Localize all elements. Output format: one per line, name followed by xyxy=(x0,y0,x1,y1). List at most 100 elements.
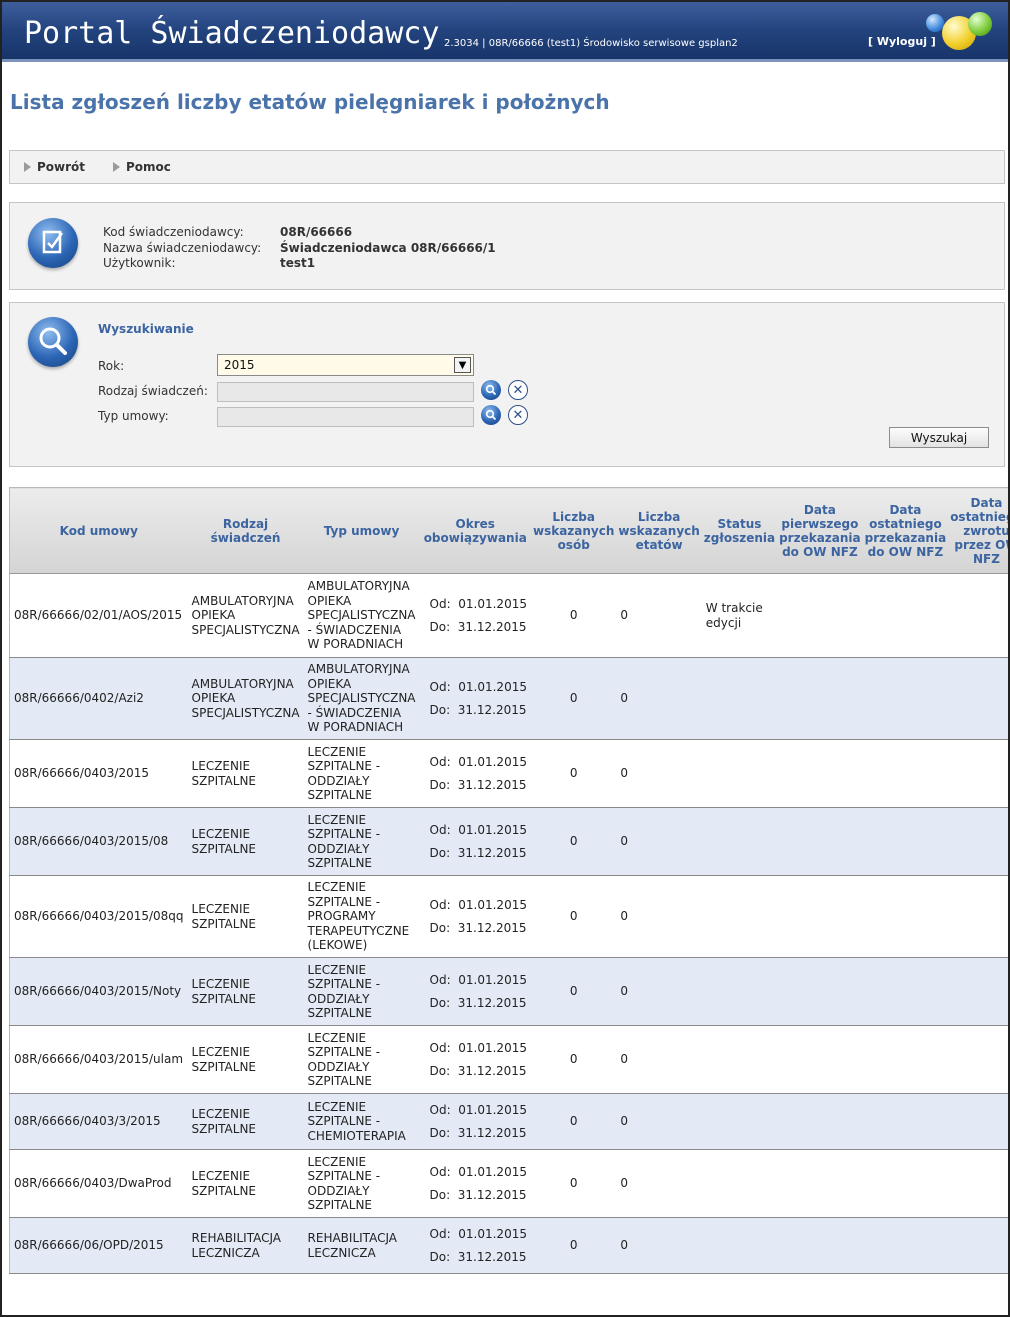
service-type-field xyxy=(217,382,474,402)
cell-etatow: 0 xyxy=(616,657,702,740)
column-header-status[interactable]: Status zgłoszenia xyxy=(701,487,778,574)
cell-rodzaj: LECZENIE SZPITALNE xyxy=(187,739,304,808)
okres-from: Od: 01.01.2015 xyxy=(430,1037,527,1060)
contract-type-clear-icon[interactable]: ✕ xyxy=(508,405,528,425)
cell-kod: 08R/66666/06/OPD/2015 xyxy=(9,1217,188,1274)
cell-typ: LECZENIE SZPITALNE - ODDZIAŁY SZPITALNE xyxy=(303,739,420,808)
table-row: 08R/66666/0403/2015/ulam LECZENIE SZPITAL… xyxy=(9,1025,1008,1094)
back-label: Powrót xyxy=(37,160,86,174)
cell-osob: 0 xyxy=(530,875,617,958)
to-date: 31.12.2015 xyxy=(457,619,527,634)
column-header-data-ostatniego[interactable]: Data ostatniego przekazania do OW NFZ xyxy=(862,487,949,574)
cell-kod: 08R/66666/0403/2015/ulam xyxy=(9,1025,188,1094)
cell-kod: 08R/66666/0403/2015/08 xyxy=(9,807,188,876)
column-header-etatow[interactable]: Liczba wskazanych etatów xyxy=(616,487,702,574)
cell-kod: 08R/66666/0403/3/2015 xyxy=(9,1093,188,1150)
cell-rodzaj: LECZENIE SZPITALNE xyxy=(187,1025,304,1094)
user-label: Użytkownik: xyxy=(103,256,176,270)
cell-data-pierwszego xyxy=(777,657,863,740)
search-button[interactable]: Wyszukaj xyxy=(889,427,989,448)
cell-kod: 08R/66666/0403/2015/08qq xyxy=(9,875,188,958)
okres-from: Od: 01.01.2015 xyxy=(430,969,527,992)
cell-rodzaj: LECZENIE SZPITALNE xyxy=(187,957,304,1026)
cell-data-ostatniego xyxy=(862,1149,949,1218)
cell-etatow: 0 xyxy=(616,1093,702,1150)
from-label: Od: xyxy=(429,1040,451,1055)
column-header-typ[interactable]: Typ umowy xyxy=(303,487,420,574)
service-type-clear-icon[interactable]: ✕ xyxy=(508,380,528,400)
table-row: 08R/66666/06/OPD/2015 REHABILITACJA LECZN… xyxy=(9,1217,1008,1274)
cell-typ: AMBULATORYJNA OPIEKA SPECJALISTYCZNA - Ś… xyxy=(303,657,420,740)
from-date: 01.01.2015 xyxy=(458,1040,527,1055)
from-label: Od: xyxy=(429,972,451,987)
cell-osob: 0 xyxy=(530,1217,617,1274)
from-label: Od: xyxy=(429,897,451,912)
from-date: 01.01.2015 xyxy=(458,1164,527,1179)
cell-typ: LECZENIE SZPITALNE - ODDZIAŁY SZPITALNE xyxy=(303,957,420,1026)
chevron-down-icon[interactable]: ▼ xyxy=(454,357,471,373)
cell-osob: 0 xyxy=(530,739,617,808)
from-date: 01.01.2015 xyxy=(458,822,527,837)
table-row: 08R/66666/0403/2015/08qq LECZENIE SZPITAL… xyxy=(9,875,1008,958)
back-button[interactable]: Powrót xyxy=(24,160,85,174)
okres-to: Do: 31.12.2015 xyxy=(430,917,527,940)
to-label: Do: xyxy=(429,845,451,860)
cell-okres: Od: 01.01.2015 Do: 31.12.2015 xyxy=(419,807,531,876)
provider-name-label: Nazwa świadczeniodawcy: xyxy=(103,241,262,255)
okres-from: Od: 01.01.2015 xyxy=(430,751,527,774)
cell-okres: Od: 01.01.2015 Do: 31.12.2015 xyxy=(419,657,531,740)
help-button[interactable]: Pomoc xyxy=(113,160,171,174)
column-header-rodzaj[interactable]: Rodzaj świadczeń xyxy=(187,487,304,574)
cell-typ: LECZENIE SZPITALNE - ODDZIAŁY SZPITALNE xyxy=(303,1149,420,1218)
page-title: Lista zgłoszeń liczby etatów pielęgniare… xyxy=(10,90,610,114)
triangle-right-icon xyxy=(24,162,31,172)
okres-from: Od: 01.01.2015 xyxy=(430,593,527,616)
cell-status xyxy=(701,1149,778,1218)
service-type-search-icon[interactable] xyxy=(481,380,501,400)
cell-data-zwrotu xyxy=(948,1149,1008,1218)
cell-status xyxy=(701,1093,778,1150)
to-label: Do: xyxy=(429,1125,451,1140)
cell-data-zwrotu xyxy=(948,1025,1008,1094)
table-row: 08R/66666/0403/2015 LECZENIE SZPITALNE LEC… xyxy=(9,739,1008,808)
cell-etatow: 0 xyxy=(616,739,702,808)
table-row: 08R/66666/0402/Azi2 AMBULATORYJNA OPIEKA … xyxy=(9,657,1008,740)
cell-data-zwrotu xyxy=(948,807,1008,876)
cell-data-pierwszego xyxy=(777,807,863,876)
cell-data-ostatniego xyxy=(862,875,949,958)
column-header-okres[interactable]: Okres obowiązywania xyxy=(419,487,531,574)
cell-data-pierwszego xyxy=(777,573,863,658)
cell-data-zwrotu xyxy=(948,739,1008,808)
okres-to: Do: 31.12.2015 xyxy=(430,1122,527,1145)
cell-osob: 0 xyxy=(530,573,617,658)
year-select[interactable]: 2015 ▼ xyxy=(217,354,474,376)
logout-link[interactable]: [ Wyloguj ] xyxy=(868,35,936,48)
to-label: Do: xyxy=(429,995,451,1010)
cell-rodzaj: AMBULATORYJNA OPIEKA SPECJALISTYCZNA xyxy=(187,657,304,740)
cell-etatow: 0 xyxy=(616,807,702,876)
contract-type-search-icon[interactable] xyxy=(481,405,501,425)
help-label: Pomoc xyxy=(126,160,171,174)
okres-from: Od: 01.01.2015 xyxy=(430,894,527,917)
column-header-kod[interactable]: Kod umowy xyxy=(9,487,188,574)
to-date: 31.12.2015 xyxy=(457,1063,527,1078)
okres-to: Do: 31.12.2015 xyxy=(430,616,527,639)
from-date: 01.01.2015 xyxy=(458,897,527,912)
table-row: 08R/66666/0403/2015/Noty LECZENIE SZPITAL… xyxy=(9,957,1008,1026)
cell-data-pierwszego xyxy=(777,1093,863,1150)
provider-info-panel: Kod świadczeniodawcy: 08R/66666 Nazwa św… xyxy=(9,202,1005,290)
column-header-data-pierwszego[interactable]: Data pierwszego przekazania do OW NFZ xyxy=(777,487,863,574)
from-label: Od: xyxy=(429,596,451,611)
table-row: 08R/66666/0403/DwaProd LECZENIE SZPITALNE… xyxy=(9,1149,1008,1218)
checklist-icon xyxy=(28,218,78,268)
to-date: 31.12.2015 xyxy=(457,1249,527,1264)
cell-data-pierwszego xyxy=(777,875,863,958)
okres-to: Do: 31.12.2015 xyxy=(430,1246,527,1269)
column-header-data-zwrotu[interactable]: Data ostatniego zwrotu przez OW NFZ xyxy=(948,487,1008,574)
okres-from: Od: 01.01.2015 xyxy=(430,1099,527,1122)
user-value: test1 xyxy=(280,256,316,270)
cell-etatow: 0 xyxy=(616,1149,702,1218)
cell-osob: 0 xyxy=(530,1025,617,1094)
column-header-osob[interactable]: Liczba wskazanych osób xyxy=(530,487,617,574)
to-date: 31.12.2015 xyxy=(457,702,527,717)
